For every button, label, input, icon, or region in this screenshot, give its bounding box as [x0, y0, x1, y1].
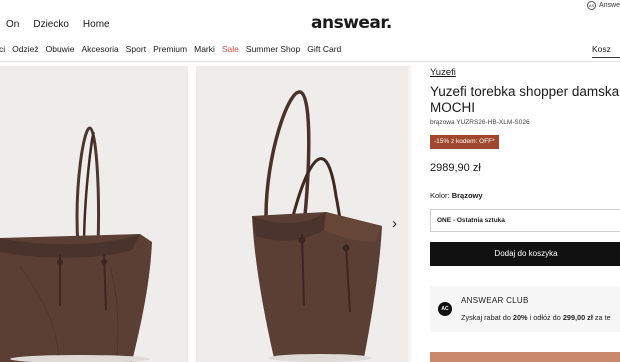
gender-nav: On Dziecko Home [6, 19, 110, 30]
club-text-2: i odłóż do [527, 313, 563, 322]
answear-club-box[interactable]: AC ANSWEAR CLUB Zyskaj rabat do 20% i od… [430, 286, 620, 332]
category-odziez[interactable]: Odzież [12, 44, 38, 54]
product-image-2[interactable] [196, 66, 408, 362]
search-input[interactable]: Kosz [592, 42, 620, 58]
category-bar: ci Odzież Obuwie Akcesoria Sport Premium… [0, 40, 620, 62]
globe-icon: AS [586, 1, 596, 10]
color-info: Kolor: Brązowy [430, 191, 483, 200]
product-title: Yuzefi torebka shopper damska MOCHI [430, 84, 620, 116]
category-gift-card[interactable]: Gift Card [307, 44, 341, 54]
gallery-divider [408, 66, 411, 362]
category-sport[interactable]: Sport [126, 44, 146, 54]
category-marki[interactable]: Marki [194, 44, 215, 54]
product-price: 2989,90 zł [430, 162, 481, 174]
category-sale[interactable]: Sale [222, 44, 239, 54]
club-text-3: za te [592, 313, 611, 322]
category-partial[interactable]: ci [0, 44, 5, 54]
club-discount: 20% [512, 313, 528, 322]
product-image-1[interactable] [0, 66, 188, 362]
product-title-line-1: Yuzefi torebka shopper damska [430, 84, 620, 99]
add-to-cart-button[interactable]: Dodaj do koszyka [430, 242, 620, 266]
top-navigation: On Dziecko Home answear. AS Answe [0, 0, 620, 40]
bag-side-image [252, 90, 382, 362]
join-club-button[interactable] [430, 352, 620, 362]
product-sku: brązowa YUZRS26-HB-XLM-S026 [430, 119, 530, 126]
category-premium[interactable]: Premium [153, 44, 187, 54]
club-description: Zyskaj rabat do 20% i odłóż do 299,00 zł… [461, 313, 611, 322]
color-value: Brązowy [451, 191, 483, 200]
category-summer-shop[interactable]: Summer Shop [246, 44, 300, 54]
nav-link-on[interactable]: On [6, 19, 19, 30]
club-logo-icon: AC [438, 302, 452, 316]
brand-link[interactable]: Yuzefi [430, 67, 456, 78]
bag-front-image [0, 126, 152, 362]
language-switcher[interactable]: AS Answe [586, 1, 620, 10]
category-links: ci Odzież Obuwie Akcesoria Sport Premium… [0, 44, 341, 54]
category-akcesoria[interactable]: Akcesoria [81, 44, 118, 54]
promo-badge: -15% z kodem: OFF* [430, 135, 499, 149]
chevron-right-icon: › [392, 215, 397, 232]
product-title-line-2: MOCHI [430, 100, 475, 115]
club-title: ANSWEAR CLUB [461, 296, 529, 305]
nav-link-dziecko[interactable]: Dziecko [33, 19, 69, 30]
language-label: Answe [598, 2, 620, 9]
color-label: Kolor: [430, 191, 452, 200]
club-amount: 299,00 zł [562, 313, 593, 322]
size-select[interactable]: ONE - Ostatnia sztuka [430, 209, 620, 232]
club-text-1: Zyskaj rabat do [461, 313, 513, 322]
next-image-button[interactable]: › [392, 216, 404, 232]
answear-logo[interactable]: answear. [311, 13, 392, 33]
nav-link-home[interactable]: Home [83, 19, 110, 30]
category-obuwie[interactable]: Obuwie [46, 44, 75, 54]
